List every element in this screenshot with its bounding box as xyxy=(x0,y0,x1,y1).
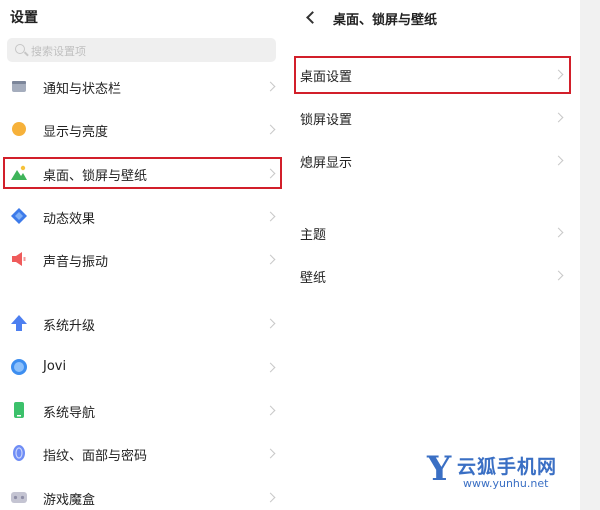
chevron-right-icon xyxy=(553,112,564,123)
motion-effect-icon xyxy=(11,208,27,224)
detail-item-label: 主题 xyxy=(300,228,327,243)
detail-pane: 桌面、锁屏与壁纸 桌面设置 锁屏设置 熄屏显示 主题 壁纸 xyxy=(290,0,580,510)
brightness-icon xyxy=(12,122,26,136)
chevron-right-icon xyxy=(265,405,276,416)
settings-item-label: 游戏魔盒 xyxy=(43,493,96,508)
game-box-icon xyxy=(11,492,27,503)
jovi-icon xyxy=(11,359,27,375)
speaker-icon xyxy=(12,252,26,266)
chevron-right-icon xyxy=(265,448,276,459)
detail-item-lockscreen-settings[interactable]: 锁屏设置 xyxy=(290,99,580,135)
notification-icon xyxy=(12,81,26,92)
fingerprint-icon xyxy=(13,445,25,461)
upgrade-arrow-icon xyxy=(11,315,27,331)
settings-item-label: Jovi xyxy=(43,359,67,374)
chevron-right-icon xyxy=(265,362,276,373)
watermark-name: 云狐手机网 xyxy=(457,456,558,478)
settings-item-navigation[interactable]: 系统导航 xyxy=(0,392,290,428)
settings-item-notifications[interactable]: 通知与状态栏 xyxy=(0,68,290,104)
settings-pane: 设置 搜索设置项 通知与状态栏 显示与亮度 桌面、锁屏与壁纸 动态效果 声音与振… xyxy=(0,0,290,510)
chevron-right-icon xyxy=(553,155,564,166)
settings-item-motion[interactable]: 动态效果 xyxy=(0,198,290,234)
settings-item-label: 系统升级 xyxy=(43,319,96,334)
settings-item-label: 显示与亮度 xyxy=(43,125,109,140)
highlight-box xyxy=(294,56,571,94)
chevron-right-icon xyxy=(265,492,276,503)
chevron-right-icon xyxy=(265,254,276,265)
chevron-right-icon xyxy=(553,227,564,238)
highlight-box xyxy=(3,157,282,189)
chevron-right-icon xyxy=(265,81,276,92)
settings-item-sound[interactable]: 声音与振动 xyxy=(0,241,290,277)
watermark-logo: Y 云狐手机网 www.yunhu.net xyxy=(427,449,577,492)
settings-item-label: 系统导航 xyxy=(43,406,96,421)
search-input[interactable]: 搜索设置项 xyxy=(7,38,276,62)
settings-item-label: 声音与振动 xyxy=(43,255,109,270)
detail-item-wallpaper[interactable]: 壁纸 xyxy=(290,257,580,293)
detail-item-label: 壁纸 xyxy=(300,271,327,286)
watermark-url: www.yunhu.net xyxy=(463,477,549,490)
settings-item-upgrade[interactable]: 系统升级 xyxy=(0,305,290,341)
settings-item-label: 通知与状态栏 xyxy=(43,82,122,97)
side-strip xyxy=(580,0,600,510)
search-placeholder: 搜索设置项 xyxy=(31,45,86,58)
back-arrow-icon[interactable] xyxy=(306,11,319,24)
detail-item-label: 熄屏显示 xyxy=(300,156,353,171)
detail-item-always-on-display[interactable]: 熄屏显示 xyxy=(290,142,580,178)
chevron-right-icon xyxy=(553,270,564,281)
detail-title: 桌面、锁屏与壁纸 xyxy=(333,13,438,28)
chevron-right-icon xyxy=(265,211,276,222)
page-title: 设置 xyxy=(10,10,38,26)
watermark-letter: Y xyxy=(427,449,452,489)
settings-item-security[interactable]: 指纹、面部与密码 xyxy=(0,435,290,471)
settings-item-display[interactable]: 显示与亮度 xyxy=(0,111,290,147)
detail-item-theme[interactable]: 主题 xyxy=(290,214,580,250)
settings-item-jovi[interactable]: Jovi xyxy=(0,349,290,385)
detail-item-label: 锁屏设置 xyxy=(300,113,353,128)
settings-item-label: 动态效果 xyxy=(43,212,96,227)
settings-item-label: 指纹、面部与密码 xyxy=(43,449,148,464)
navigation-icon xyxy=(14,402,24,418)
settings-item-game-box[interactable]: 游戏魔盒 xyxy=(0,479,290,510)
search-icon xyxy=(15,44,25,54)
chevron-right-icon xyxy=(265,124,276,135)
chevron-right-icon xyxy=(265,318,276,329)
